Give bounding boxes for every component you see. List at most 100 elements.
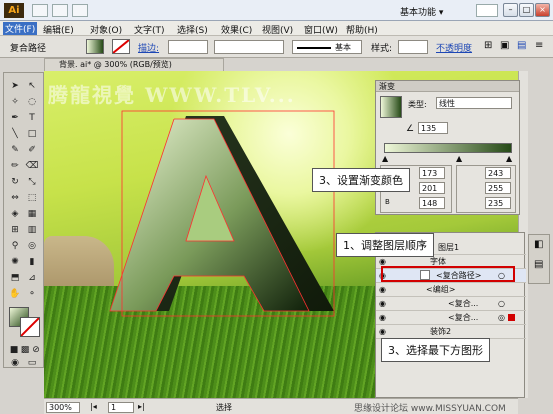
fill-swatch[interactable] xyxy=(86,39,104,54)
panel-menu-icon[interactable]: ≡ xyxy=(535,40,543,51)
pen-tool-icon[interactable]: ✒ xyxy=(8,111,22,125)
width-tool-icon[interactable]: ⇔ xyxy=(8,191,22,205)
draw-mode-icon[interactable]: ◉ xyxy=(8,356,22,370)
no-stroke-icon xyxy=(112,39,130,54)
none-mode-icon[interactable]: ⊘ xyxy=(29,343,43,357)
menu-view[interactable]: 视图(V) xyxy=(262,23,293,36)
paintbrush-tool-icon[interactable]: ✎ xyxy=(8,143,22,157)
eye-icon[interactable]: ◉ xyxy=(379,313,389,322)
tools-panel: ➤ ↖ ✧ ◌ ✒ T ╲ □ ✎ ✐ ✏ ⌫ ↻ ⤡ ⇔ ⬚ ◈ ▦ ⊞ ▥ … xyxy=(3,72,44,368)
layer-row[interactable]: ◉ <编组> xyxy=(376,283,526,297)
graph-tool-icon[interactable]: ▮ xyxy=(25,255,39,269)
arrange-icon[interactable] xyxy=(72,4,88,17)
stop1-g-field[interactable]: 201 xyxy=(419,182,445,194)
layer-name: <编组> xyxy=(426,285,456,294)
variable-width-select[interactable] xyxy=(214,40,284,54)
slice-tool-icon[interactable]: ⊿ xyxy=(25,271,39,285)
style-select[interactable] xyxy=(398,40,428,54)
menu-file[interactable]: 文件(F) xyxy=(3,22,38,35)
layers-dock-icon[interactable]: ◧ xyxy=(534,239,543,250)
eye-icon[interactable]: ◉ xyxy=(379,327,389,336)
gradient-thumbnail[interactable] xyxy=(380,96,402,118)
artboards-dock-icon[interactable]: ▤ xyxy=(534,259,543,270)
document-tab[interactable]: 背景. ai* @ 300% (RGB/预览) xyxy=(44,58,224,71)
transform-icon[interactable]: ▣ xyxy=(500,40,509,51)
layer-row[interactable]: ◉ <复合... ◎ xyxy=(376,311,526,325)
callout-gradient-color: 3、设置渐变颜色 xyxy=(312,168,410,192)
selection-tool-icon[interactable]: ➤ xyxy=(8,79,22,93)
blob-brush-tool-icon[interactable]: ✏ xyxy=(8,159,22,173)
minimize-button[interactable]: – xyxy=(503,3,518,17)
maximize-button[interactable]: □ xyxy=(519,3,534,17)
target-icon[interactable]: ○ xyxy=(498,297,505,310)
layer-name: <复合... xyxy=(448,299,479,308)
eye-icon[interactable]: ◉ xyxy=(379,299,389,308)
angle-icon: ∠ xyxy=(406,124,415,134)
gradient-stop-mid[interactable]: ▲ xyxy=(456,154,462,163)
menu-object[interactable]: 对象(O) xyxy=(90,23,122,36)
gradient-slider[interactable] xyxy=(384,143,512,153)
isolate-icon[interactable]: ▤ xyxy=(517,40,526,51)
gradient-stop-left[interactable]: ▲ xyxy=(382,154,388,163)
first-page-button[interactable]: |◂ xyxy=(90,402,97,411)
next-page-button[interactable]: ▸| xyxy=(138,402,145,411)
free-transform-tool-icon[interactable]: ⬚ xyxy=(25,191,39,205)
perspective-grid-tool-icon[interactable]: ▦ xyxy=(25,207,39,221)
blend-tool-icon[interactable]: ◎ xyxy=(25,239,39,253)
stroke-weight-field[interactable] xyxy=(168,40,208,54)
stroke-color-box[interactable] xyxy=(20,317,40,337)
rectangle-tool-icon[interactable]: □ xyxy=(25,127,39,141)
gradient-angle-field[interactable]: 135 xyxy=(418,122,448,134)
zoom-tool-icon[interactable]: ⚬ xyxy=(25,287,39,301)
eye-icon[interactable]: ◉ xyxy=(379,257,389,266)
screen-mode-icon[interactable]: ▭ xyxy=(25,356,39,370)
stop2-r-field[interactable]: 243 xyxy=(485,167,511,179)
close-button[interactable]: × xyxy=(535,3,550,17)
mesh-tool-icon[interactable]: ⊞ xyxy=(8,223,22,237)
artboard-tool-icon[interactable]: ⬒ xyxy=(8,271,22,285)
workspace-switcher[interactable]: 基本功能 ▾ xyxy=(400,5,443,18)
magic-wand-tool-icon[interactable]: ✧ xyxy=(8,95,22,109)
eye-icon[interactable]: ◉ xyxy=(379,285,389,294)
hand-tool-icon[interactable]: ✋ xyxy=(8,287,22,301)
line-tool-icon[interactable]: ╲ xyxy=(8,127,22,141)
lasso-tool-icon[interactable]: ◌ xyxy=(25,95,39,109)
gradient-type-select[interactable]: 线性 xyxy=(436,97,512,109)
menu-type[interactable]: 文字(T) xyxy=(134,23,165,36)
gradient-stop-right[interactable]: ▲ xyxy=(506,154,512,163)
layer-row[interactable]: ◉ <复合... ○ xyxy=(376,297,526,311)
stop1-r-field[interactable]: 173 xyxy=(419,167,445,179)
bridge-icon[interactable] xyxy=(32,4,48,17)
type-tool-icon[interactable]: T xyxy=(25,111,39,125)
search-input[interactable] xyxy=(476,4,498,17)
stop2-b-field[interactable]: 235 xyxy=(485,197,511,209)
stroke-swatch[interactable] xyxy=(112,39,130,54)
brush-select[interactable]: 基本 xyxy=(292,40,362,54)
stop2-g-field[interactable]: 255 xyxy=(485,182,511,194)
direct-selection-tool-icon[interactable]: ↖ xyxy=(25,79,39,93)
page-field[interactable]: 1 xyxy=(108,402,134,413)
menu-effect[interactable]: 效果(C) xyxy=(221,23,252,36)
gradient-tool-icon[interactable]: ▥ xyxy=(25,223,39,237)
rotate-tool-icon[interactable]: ↻ xyxy=(8,175,22,189)
zoom-field[interactable]: 300% xyxy=(46,402,80,413)
layer-row[interactable]: ◉ 装饰2 xyxy=(376,325,526,339)
stroke-label[interactable]: 描边: xyxy=(138,41,159,54)
arrange-docs-icon[interactable] xyxy=(52,4,68,17)
target-icon[interactable]: ◎ xyxy=(498,311,505,324)
symbol-sprayer-tool-icon[interactable]: ✺ xyxy=(8,255,22,269)
eraser-tool-icon[interactable]: ⌫ xyxy=(25,159,39,173)
menu-bar: 文件(F) 编辑(E) 对象(O) 文字(T) 选择(S) 效果(C) 视图(V… xyxy=(0,21,553,36)
menu-edit[interactable]: 编辑(E) xyxy=(43,23,74,36)
menu-window[interactable]: 窗口(W) xyxy=(304,23,338,36)
pencil-tool-icon[interactable]: ✐ xyxy=(25,143,39,157)
align-icon[interactable]: ⊞ xyxy=(484,40,492,51)
opacity-label[interactable]: 不透明度 xyxy=(436,41,472,54)
eyedropper-tool-icon[interactable]: ⚲ xyxy=(8,239,22,253)
stop1-b-field[interactable]: 148 xyxy=(419,197,445,209)
scale-tool-icon[interactable]: ⤡ xyxy=(25,175,39,189)
menu-help[interactable]: 帮助(H) xyxy=(346,23,378,36)
menu-select[interactable]: 选择(S) xyxy=(177,23,208,36)
layer-name: 图层1 xyxy=(438,243,460,252)
shape-builder-tool-icon[interactable]: ◈ xyxy=(8,207,22,221)
